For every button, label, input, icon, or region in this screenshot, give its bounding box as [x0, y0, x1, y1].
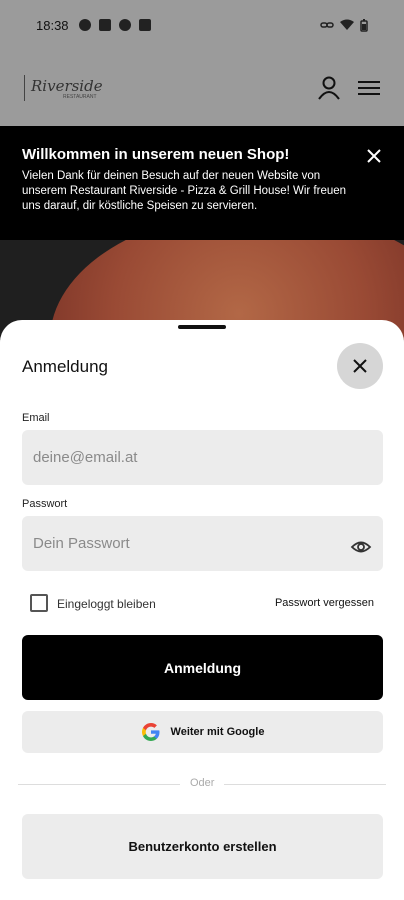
status-system-icons [320, 18, 368, 32]
battery-icon [360, 18, 368, 32]
menu-icon[interactable] [358, 80, 380, 96]
camera-icon [78, 19, 91, 31]
app-icon [98, 19, 111, 31]
wifi-icon [340, 19, 354, 30]
remember-checkbox[interactable] [30, 594, 48, 612]
banner-text: Vielen Dank für deinen Besuch auf der ne… [22, 170, 347, 212]
logo-text: Riverside [31, 76, 103, 95]
google-button-label: Weiter mit Google [170, 726, 265, 738]
password-label: Passwort [22, 498, 68, 510]
email-label: Email [22, 412, 50, 424]
sheet-title: Anmeldung [22, 357, 109, 376]
login-sheet: Anmeldung Email Passwort Eingeloggt blei… [0, 320, 404, 900]
sheet-drag-handle[interactable] [178, 325, 226, 329]
android-icon [138, 19, 151, 31]
google-login-button[interactable]: Weiter mit Google [22, 711, 383, 753]
email-field[interactable] [22, 430, 383, 485]
sync-icon [118, 19, 131, 31]
remember-label: Eingeloggt bleiben [57, 597, 156, 611]
site-logo[interactable]: Riverside RESTAURANT [24, 75, 103, 101]
logo-divider [24, 75, 25, 101]
user-icon[interactable] [318, 76, 340, 100]
login-button[interactable]: Anmeldung [22, 635, 383, 700]
sheet-close-button[interactable] [337, 343, 383, 389]
status-notification-icons [78, 19, 151, 31]
eye-icon[interactable] [350, 536, 372, 558]
site-header: Riverside RESTAURANT [0, 50, 404, 126]
close-icon[interactable] [366, 148, 382, 164]
password-field[interactable] [22, 516, 383, 571]
link-icon [320, 22, 334, 28]
banner-title: Willkommen in unserem neuen Shop! [22, 146, 290, 163]
welcome-banner: Willkommen in unserem neuen Shop! Vielen… [0, 126, 404, 240]
status-bar: 18:38 [0, 0, 404, 50]
create-account-button[interactable]: Benutzerkonto erstellen [22, 814, 383, 879]
status-time: 18:38 [36, 17, 69, 33]
close-icon [353, 359, 367, 373]
forgot-password-link[interactable]: Passwort vergessen [275, 597, 374, 609]
google-icon [141, 723, 160, 741]
or-divider-label: Oder [180, 777, 225, 789]
